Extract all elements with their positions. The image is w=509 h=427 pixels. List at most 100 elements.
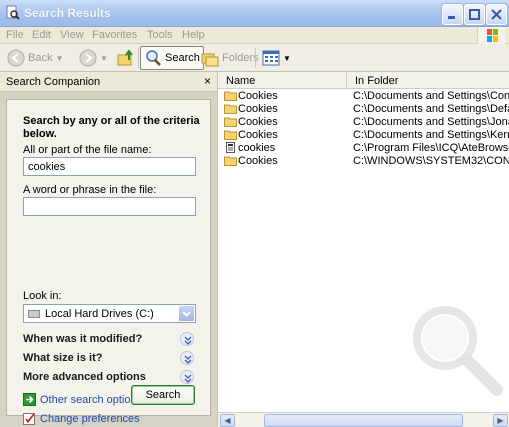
lookin-label: Look in:: [23, 290, 62, 302]
folders-button[interactable]: Folders: [198, 46, 262, 70]
up-folder-icon: [117, 49, 133, 66]
criteria-heading: Search by any or all of the criteria bel…: [23, 115, 200, 140]
window-title: Search Results: [24, 6, 111, 20]
maximize-icon: [469, 9, 480, 20]
toolbar: Back ▼ ▼ Search Folders ▼: [0, 44, 509, 72]
file-name: Cookies: [238, 103, 278, 115]
back-button[interactable]: Back ▼: [4, 46, 66, 70]
folder-icon: [224, 130, 237, 140]
chevron-down-icon[interactable]: [179, 306, 194, 321]
forward-arrow-icon: [79, 49, 97, 67]
table-row[interactable]: Cookies C:\Documents and Settings\Defaul…: [218, 103, 509, 116]
menu-bar: File Edit View Favorites Tools Help: [0, 27, 509, 44]
back-label: Back: [28, 52, 53, 64]
back-dropdown-icon[interactable]: ▼: [55, 54, 63, 63]
toolbar-separator: [255, 48, 256, 68]
change-preferences-label: Change preferences: [40, 412, 140, 425]
file-folder: C:\Documents and Settings\Kerry F: [353, 129, 509, 141]
folders-icon: [201, 53, 219, 67]
close-icon: [491, 9, 502, 20]
horizontal-scrollbar[interactable]: ◀ ▶: [218, 412, 509, 427]
file-name: Cookies: [238, 90, 278, 102]
column-name-label: Name: [226, 75, 256, 87]
file-name: Cookies: [238, 129, 278, 141]
minimize-icon: [448, 16, 455, 19]
windows-logo-icon: [477, 27, 505, 44]
menu-file[interactable]: File: [6, 29, 24, 41]
filename-input[interactable]: [23, 157, 196, 176]
what-size-section[interactable]: What size is it?: [23, 352, 102, 364]
search-companion-header: Search Companion ×: [0, 72, 217, 92]
search-button[interactable]: Search: [131, 385, 195, 405]
file-name: Cookies: [238, 116, 278, 128]
phrase-label: A word or phrase in the file:: [23, 184, 157, 196]
scroll-left-icon[interactable]: ◀: [220, 414, 235, 427]
column-header-name[interactable]: Name: [218, 72, 347, 89]
folder-icon: [224, 117, 237, 127]
toolbar-separator: [138, 48, 139, 68]
menu-view[interactable]: View: [60, 29, 84, 41]
table-row[interactable]: Cookies C:\Documents and Settings\Conor: [218, 90, 509, 103]
maximize-button[interactable]: [464, 4, 485, 25]
file-icon: [226, 142, 235, 153]
file-folder: C:\Documents and Settings\Conor: [353, 90, 509, 102]
preferences-icon: [23, 413, 35, 425]
column-header-folder[interactable]: In Folder: [347, 72, 509, 89]
views-icon: [262, 50, 280, 66]
search-companion-pane: Search Companion × Search by any or all …: [0, 72, 217, 427]
menu-help[interactable]: Help: [182, 29, 205, 41]
when-modified-section[interactable]: When was it modified?: [23, 333, 142, 345]
menu-tools[interactable]: Tools: [147, 29, 173, 41]
green-arrow-icon: [23, 393, 36, 406]
folder-icon: [224, 104, 237, 114]
advanced-options-section[interactable]: More advanced options: [23, 371, 146, 383]
close-pane-icon[interactable]: ×: [204, 74, 211, 88]
title-bar[interactable]: Search Results: [0, 0, 509, 27]
filename-label: All or part of the file name:: [23, 144, 152, 156]
folder-icon: [224, 156, 237, 166]
views-dropdown-icon[interactable]: ▼: [283, 54, 291, 63]
search-criteria-panel: Search by any or all of the criteria bel…: [6, 99, 211, 425]
folder-icon: [224, 91, 237, 101]
menu-favorites[interactable]: Favorites: [92, 29, 137, 41]
menu-edit[interactable]: Edit: [32, 29, 51, 41]
phrase-input[interactable]: [23, 197, 196, 216]
back-arrow-icon: [7, 49, 25, 67]
search-window-icon: [6, 5, 20, 20]
folders-label: Folders: [222, 52, 259, 64]
forward-dropdown-icon[interactable]: ▼: [100, 54, 108, 63]
minimize-button[interactable]: [442, 4, 463, 25]
file-folder: C:\Program Files\ICQ\AteBrowser\16: [353, 142, 509, 154]
table-row[interactable]: cookies C:\Program Files\ICQ\AteBrowser\…: [218, 142, 509, 155]
table-row[interactable]: Cookies C:\Documents and Settings\Kerry …: [218, 129, 509, 142]
file-folder: C:\WINDOWS\SYSTEM32\CONFIG\: [353, 155, 509, 167]
forward-button[interactable]: ▼: [76, 46, 111, 70]
other-search-options-link[interactable]: Other search options: [23, 393, 142, 406]
search-companion-title: Search Companion: [6, 76, 101, 88]
expand-chevron-icon[interactable]: [180, 351, 194, 365]
search-toolbar-button[interactable]: Search: [140, 46, 204, 70]
column-folder-label: In Folder: [355, 75, 399, 87]
scroll-thumb[interactable]: [264, 414, 463, 427]
file-name: Cookies: [238, 155, 278, 167]
expand-chevron-icon[interactable]: [180, 332, 194, 346]
lookin-value: Local Hard Drives (C:): [45, 308, 154, 320]
search-icon: [146, 50, 161, 66]
close-button[interactable]: [486, 4, 507, 25]
table-row[interactable]: Cookies C:\Documents and Settings\Jonath…: [218, 116, 509, 129]
search-results-window: Search Results File Edit View Favorites …: [0, 0, 509, 427]
other-search-options-label: Other search options: [40, 393, 143, 406]
file-name: cookies: [238, 142, 276, 154]
lookin-select[interactable]: Local Hard Drives (C:): [23, 304, 196, 323]
search-toolbar-label: Search: [165, 52, 200, 64]
scroll-right-icon[interactable]: ▶: [493, 414, 508, 427]
change-preferences-link[interactable]: Change preferences: [23, 412, 140, 425]
table-row[interactable]: Cookies C:\WINDOWS\SYSTEM32\CONFIG\: [218, 155, 509, 168]
views-button[interactable]: ▼: [259, 46, 294, 70]
magnifier-watermark-icon: [413, 306, 503, 396]
file-folder: C:\Documents and Settings\Jonatha: [353, 116, 509, 128]
file-folder: C:\Documents and Settings\Default: [353, 103, 509, 115]
expand-chevron-icon[interactable]: [180, 370, 194, 384]
up-folder-button[interactable]: [114, 46, 138, 70]
hard-drive-icon: [28, 310, 40, 318]
